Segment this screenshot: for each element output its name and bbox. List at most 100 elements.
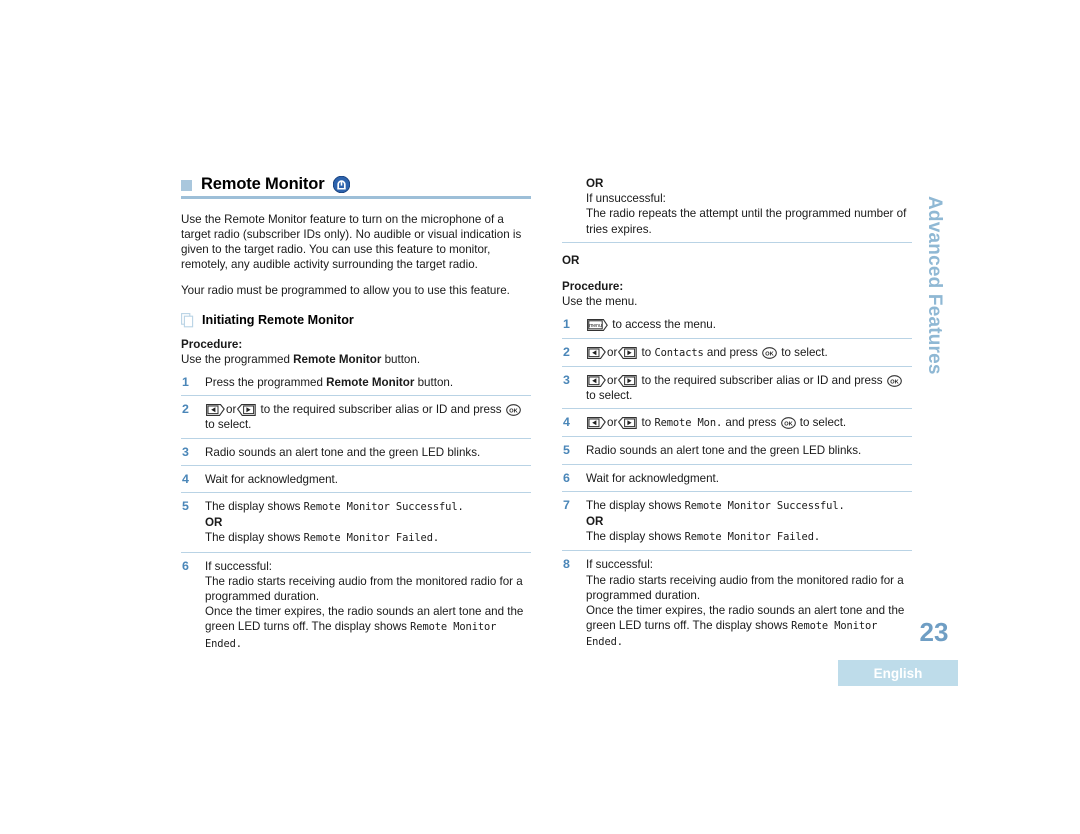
- display-text-failed: Remote Monitor Failed.: [684, 531, 821, 544]
- intro-paragraph-1: Use the Remote Monitor feature to turn o…: [181, 212, 522, 272]
- step-text-bold: Remote Monitor: [326, 375, 415, 389]
- documents-icon: [181, 312, 195, 328]
- step-text: Wait for acknowledgment.: [205, 472, 338, 486]
- svg-text:OK: OK: [509, 409, 517, 415]
- step-number: 6: [563, 470, 570, 485]
- language-badge: English: [838, 660, 958, 686]
- subsection-title: Initiating Remote Monitor: [202, 312, 354, 327]
- step-or-label: OR: [205, 516, 223, 530]
- step-number: 4: [182, 471, 189, 486]
- ok-key-icon: OK: [505, 404, 521, 416]
- step-text-pre: The display shows: [586, 530, 685, 544]
- step-item: 2 or to Contacts and press OK to select.: [562, 345, 912, 367]
- right-procedure-lead: Use the menu.: [562, 295, 638, 309]
- step-item: 5 The display shows Remote Monitor Succe…: [181, 499, 531, 553]
- step-item: 4 or to Remote Mon. and press OK to sele…: [562, 415, 912, 438]
- step-or-word: or: [607, 416, 618, 430]
- step-number: 1: [182, 374, 189, 389]
- menu-item-remote-mon: Remote Mon.: [654, 417, 723, 430]
- step-text: Once the timer expires, the radio sounds…: [205, 604, 531, 652]
- manual-page: Remote Monitor Use the Remote Monitor fe…: [0, 0, 1080, 834]
- step-number: 3: [563, 372, 570, 387]
- step-text-pre: The display shows: [586, 498, 685, 512]
- step-text: The display shows Remote Monitor Failed.: [205, 530, 531, 546]
- page-number: 23: [919, 617, 949, 647]
- step-text-post: and press: [722, 416, 780, 430]
- step-item: 8 If successful: The radio starts receiv…: [562, 557, 912, 655]
- step-text-pre: The display shows: [205, 531, 304, 545]
- section-bullet-icon: [181, 180, 192, 191]
- step-text: Radio sounds an alert tone and the green…: [586, 444, 862, 458]
- svg-text:OK: OK: [765, 351, 773, 357]
- step-item: 4 Wait for acknowledgment.: [181, 472, 531, 493]
- display-text-failed: Remote Monitor Failed.: [303, 532, 440, 545]
- step-text-pre: The display shows: [205, 499, 304, 513]
- step-text: The display shows Remote Monitor Success…: [586, 498, 912, 514]
- step-number: 3: [182, 444, 189, 459]
- step-item: 3 or to the required subscriber alias or…: [562, 372, 912, 410]
- arrow-left-key-icon: [587, 417, 606, 430]
- step-number: 2: [182, 402, 189, 417]
- step-number: 5: [563, 443, 570, 458]
- step-text: or to Contacts and press OK to select.: [586, 345, 912, 361]
- svg-text:menu: menu: [589, 323, 602, 329]
- step-text: The radio starts receiving audio from th…: [205, 574, 523, 603]
- step-item: 2 or to the required subscriber alias or…: [181, 402, 531, 439]
- ok-key-icon: OK: [780, 417, 796, 430]
- display-text-successful: Remote Monitor Successful.: [684, 499, 845, 512]
- step-text-tail: to access the menu.: [609, 318, 716, 332]
- menu-item-contacts: Contacts: [654, 346, 704, 359]
- step-item: 7 The display shows Remote Monitor Succe…: [562, 498, 912, 552]
- continued-or-label: OR: [586, 177, 604, 190]
- step-item: 5 Radio sounds an alert tone and the gre…: [562, 443, 912, 465]
- step-text: If successful:: [586, 558, 654, 572]
- step-item: 1 Press the programmed Remote Monitor bu…: [181, 374, 531, 397]
- step-number: 8: [563, 557, 570, 572]
- left-procedure-lead-post: button.: [381, 352, 421, 366]
- title-rule: [181, 196, 531, 199]
- arrow-right-key-icon: [237, 404, 257, 417]
- step-text: or to Remote Mon. and press OK to select…: [586, 415, 912, 431]
- step-or-word: or: [607, 345, 618, 359]
- step-text-tail: to select.: [205, 418, 252, 432]
- arrow-right-key-icon: [618, 346, 638, 359]
- page-title-row: Remote Monitor: [181, 176, 531, 196]
- right-or-divider: OR: [562, 253, 580, 267]
- step-text-mid: to the required subscriber alias or ID a…: [257, 403, 505, 417]
- step-text: Press the programmed Remote Monitor butt…: [205, 375, 531, 390]
- arrow-right-key-icon: [618, 374, 638, 387]
- step-number: 2: [563, 344, 570, 359]
- arrow-left-key-icon: [587, 346, 606, 359]
- step-number: 1: [563, 317, 570, 332]
- step-text: If successful:: [205, 559, 273, 573]
- step-number: 4: [563, 415, 570, 430]
- step-text: menu to access the menu.: [586, 317, 912, 332]
- step-text-pre: to: [638, 345, 655, 359]
- svg-text:OK: OK: [784, 422, 792, 428]
- step-item: 1 menu to access the menu.: [562, 317, 912, 339]
- step-text-tail: to select.: [586, 389, 633, 403]
- display-text-successful: Remote Monitor Successful.: [303, 500, 464, 513]
- step-text: or to the required subscriber alias or I…: [586, 373, 912, 403]
- menu-key-icon: menu: [587, 319, 608, 332]
- step-number: 6: [182, 558, 189, 573]
- arrow-left-key-icon: [587, 374, 606, 387]
- right-step-list: 1 menu to access the menu. 2 or to Conta…: [562, 317, 912, 655]
- left-procedure-lead-pre: Use the programmed: [181, 352, 294, 366]
- left-procedure-lead-bold: Remote Monitor: [293, 352, 382, 366]
- step-or-word: or: [226, 403, 237, 417]
- left-procedure-lead: Use the programmed Remote Monitor button…: [181, 352, 531, 367]
- step-or-word: or: [607, 373, 618, 387]
- step-text: Once the timer expires, the radio sounds…: [586, 603, 912, 651]
- left-procedure-label: Procedure:: [181, 337, 243, 351]
- step-item: 3 Radio sounds an alert tone and the gre…: [181, 445, 531, 466]
- step-text-pre: Press the programmed: [205, 375, 327, 389]
- continued-line-2: The radio repeats the attempt until the …: [586, 207, 907, 236]
- step-text: The display shows Remote Monitor Success…: [205, 499, 531, 515]
- left-step-list: 1 Press the programmed Remote Monitor bu…: [181, 375, 531, 657]
- step-number: 5: [182, 498, 189, 513]
- step-text: Radio sounds an alert tone and the green…: [205, 445, 481, 459]
- continued-line-1: If unsuccessful:: [586, 192, 666, 206]
- step-or-label: OR: [586, 515, 604, 529]
- step-number: 7: [563, 497, 570, 512]
